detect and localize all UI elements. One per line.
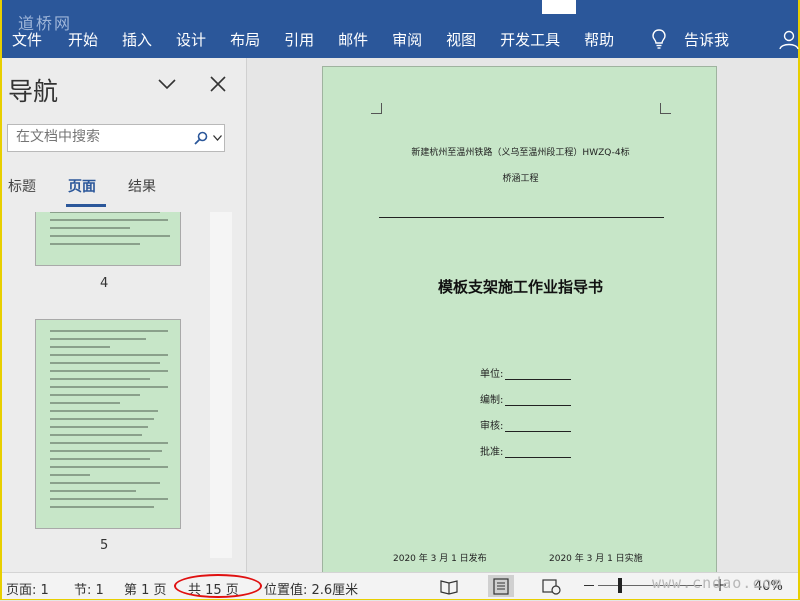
field-approved-label: 批准: <box>480 447 504 458</box>
tab-help[interactable]: 帮助 <box>584 29 614 50</box>
nav-tab-results[interactable]: 结果 <box>128 176 156 196</box>
status-section[interactable]: 节: 1 <box>74 579 104 598</box>
field-approved: 批准: <box>480 443 572 458</box>
document-page[interactable]: 新建杭州至温州铁路（义乌至温州段工程）HWZQ-4标 桥涵工程 模板支架施工作业… <box>322 66 717 572</box>
share-user-icon[interactable] <box>778 28 800 50</box>
page-thumbnail-4[interactable] <box>35 212 181 266</box>
zoom-out-button[interactable] <box>584 585 594 586</box>
field-compiled-label: 编制: <box>480 395 504 406</box>
field-unit: 单位: <box>480 365 572 380</box>
web-layout-icon[interactable] <box>538 575 564 597</box>
tab-home[interactable]: 开始 <box>68 29 98 50</box>
tab-view[interactable]: 视图 <box>446 29 476 50</box>
print-layout-icon <box>493 578 509 595</box>
active-tab-indicator <box>66 204 106 207</box>
page-thumbnails: 4 5 <box>2 212 246 572</box>
search-input[interactable] <box>14 128 188 146</box>
highlight-circle <box>174 574 262 598</box>
margin-corner-mark <box>660 103 671 114</box>
nav-tabs: 标题 页面 结果 <box>8 176 244 207</box>
navigation-pane: 导航 标题 页面 结果 4 <box>2 58 247 572</box>
tab-references[interactable]: 引用 <box>284 29 314 50</box>
document-header-line-2: 桥涵工程 <box>502 174 539 184</box>
tab-mailings[interactable]: 邮件 <box>338 29 368 50</box>
tab-developer[interactable]: 开发工具 <box>500 29 560 50</box>
zoom-slider-thumb[interactable] <box>618 578 622 593</box>
field-reviewed-label: 审核: <box>480 421 504 432</box>
document-header-line-1: 新建杭州至温州铁路（义乌至温州段工程）HWZQ-4标 <box>411 148 630 158</box>
tab-review[interactable]: 审阅 <box>392 29 422 50</box>
tell-me-box[interactable]: 告诉我 <box>652 27 729 51</box>
nav-tab-pages[interactable]: 页面 <box>68 176 96 196</box>
tab-layout[interactable]: 布局 <box>230 29 260 50</box>
ribbon: 道桥网 文件 开始 插入 设计 布局 引用 邮件 审阅 视图 开发工具 帮助 告… <box>2 0 800 58</box>
thumbnail-scrollbar[interactable] <box>210 212 232 558</box>
document-title: 模板支架施工作业指导书 <box>437 278 603 296</box>
field-compiled: 编制: <box>480 391 572 406</box>
watermark-url: www.cndao.com <box>652 574 783 592</box>
page-thumbnail-number-4: 4 <box>100 276 109 291</box>
field-reviewed: 审核: <box>480 417 572 432</box>
nav-tab-headings[interactable]: 标题 <box>8 176 36 196</box>
title-bar-fragment <box>542 0 576 14</box>
tab-insert[interactable]: 插入 <box>122 29 152 50</box>
issue-date: 2020 年 3 月 1 日发布 <box>393 554 487 564</box>
page-thumbnail-number-5: 5 <box>100 538 109 553</box>
search-options-dropdown-icon[interactable] <box>213 135 222 141</box>
nav-pane-title: 导航 <box>8 77 59 106</box>
document-area: 新建杭州至温州铁路（义乌至温州段工程）HWZQ-4标 桥涵工程 模板支架施工作业… <box>247 58 798 572</box>
status-page-of[interactable]: 第 1 页 <box>124 579 167 598</box>
lightbulb-icon <box>652 29 666 49</box>
status-page[interactable]: 页面: 1 <box>6 579 49 598</box>
tab-file[interactable]: 文件 <box>12 29 42 50</box>
effective-date: 2020 年 3 月 1 日实施 <box>549 554 643 564</box>
print-layout-button[interactable] <box>488 575 514 597</box>
read-mode-icon[interactable] <box>436 575 462 597</box>
margin-corner-mark <box>371 103 382 114</box>
tell-me-label: 告诉我 <box>684 30 730 49</box>
status-position[interactable]: 位置值: 2.6厘米 <box>264 579 358 598</box>
close-icon[interactable] <box>210 76 226 92</box>
tab-design[interactable]: 设计 <box>176 29 206 50</box>
nav-search-box <box>7 124 225 152</box>
chevron-down-icon[interactable] <box>158 78 176 90</box>
page-thumbnail-5[interactable] <box>35 319 181 529</box>
header-rule <box>379 217 664 218</box>
ribbon-tabs: 文件 开始 插入 设计 布局 引用 邮件 审阅 视图 开发工具 帮助 <box>2 27 614 51</box>
field-unit-label: 单位: <box>480 369 504 380</box>
search-icon[interactable] <box>194 131 208 145</box>
